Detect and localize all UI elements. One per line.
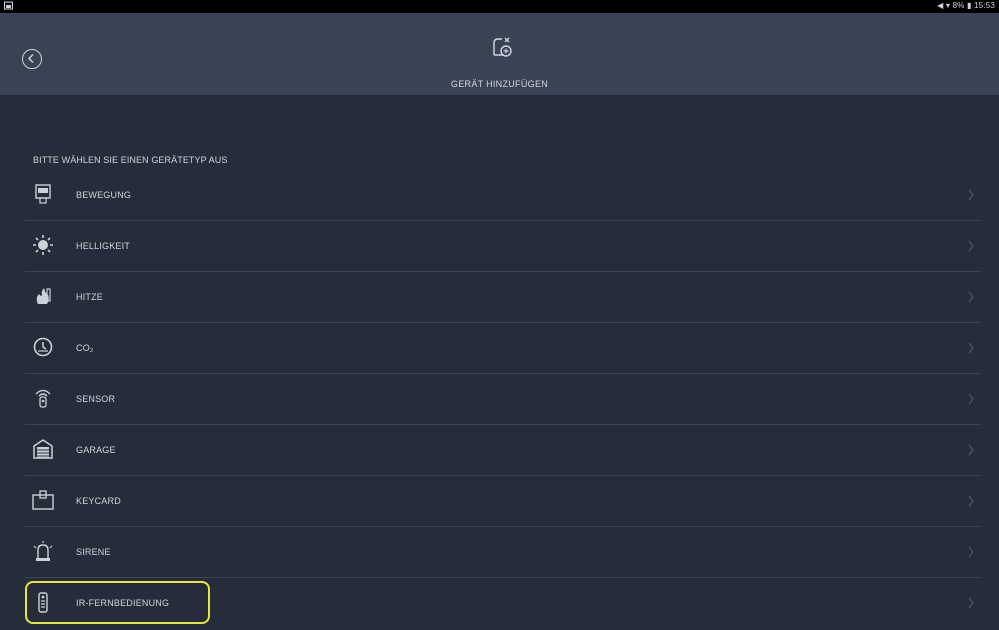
image-icon [4,1,13,10]
item-label: HELLIGKEIT [76,241,131,251]
heat-icon [36,288,51,304]
motion-sensor-icon [35,184,51,204]
list-item-keycard[interactable]: KEYCARD [25,476,981,527]
sensor-icon [35,389,51,408]
item-label: CO₂ [76,343,94,353]
main-content: BITTE WÄHLEN SIE EINEN GERÄTETYP AUS BEW… [0,95,999,630]
chevron-right-icon [968,291,974,303]
list-item-sirene[interactable]: SIRENE [25,527,981,578]
section-label: BITTE WÄHLEN SIE EINEN GERÄTETYP AUS [33,155,228,165]
list-item-helligkeit[interactable]: HELLIGKEIT [25,221,981,272]
item-label: KEYCARD [76,496,121,506]
chevron-right-icon [968,240,974,252]
device-add-icon [493,37,512,57]
page-title: GERÄT HINZUFÜGEN [450,79,549,89]
keycard-icon [32,490,54,510]
item-label: SENSOR [76,394,116,404]
garage-icon [33,439,53,459]
chevron-right-icon [968,189,974,201]
list-item-co2[interactable]: CO₂ [25,323,981,374]
item-label: GARAGE [76,445,116,455]
back-button[interactable] [22,49,42,69]
ir-remote-icon [38,592,48,613]
device-type-list: BEWEGUNG HELLIGKEIT HITZE CO₂ SENSOR GAR… [0,170,999,628]
chevron-right-icon [968,597,974,609]
list-item-ir-fernbedienung[interactable]: IR-FERNBEDIENUNG [25,578,981,628]
siren-icon [33,541,53,561]
back-circle-icon [27,53,34,64]
item-label: BEWEGUNG [76,190,132,200]
list-item-garage[interactable]: GARAGE [25,425,981,476]
app-header: GERÄT HINZUFÜGEN [0,13,999,95]
list-item-bewegung[interactable]: BEWEGUNG [25,170,981,221]
chevron-right-icon [968,342,974,354]
chevron-right-icon [968,444,974,456]
item-label: SIRENE [76,547,111,557]
list-item-hitze[interactable]: HITZE [25,272,981,323]
status-bar: ◀ ▾ 8% ▮ 15:53 [0,0,999,13]
list-item-sensor[interactable]: SENSOR [25,374,981,425]
chevron-right-icon [968,495,974,507]
chevron-right-icon [968,393,974,405]
status-indicators: ◀ ▾ 8% ▮ 15:53 [937,1,995,10]
chevron-right-icon [968,546,974,558]
brightness-icon [33,235,53,255]
item-label: IR-FERNBEDIENUNG [76,598,170,608]
co2-icon [33,337,53,357]
item-label: HITZE [76,292,103,302]
